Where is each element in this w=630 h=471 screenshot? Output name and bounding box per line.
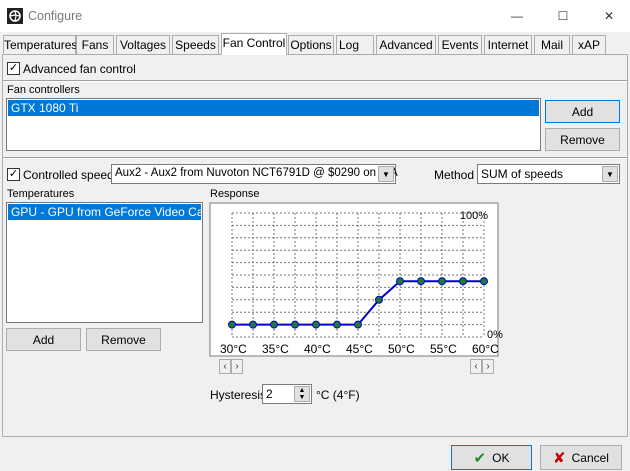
remove-fan-controller-button[interactable]: Remove bbox=[545, 128, 620, 151]
checkmark-icon: ✔ bbox=[473, 449, 487, 467]
chevron-down-icon: ▼ bbox=[378, 166, 394, 182]
hysteresis-label: Hysteresis bbox=[210, 388, 267, 402]
ok-label: OK bbox=[492, 450, 510, 465]
tab-voltages[interactable]: Voltages bbox=[116, 35, 170, 54]
maximize-button[interactable]: ☐ bbox=[540, 0, 586, 32]
dialog-footer bbox=[0, 438, 630, 471]
tab-label: Fan Control bbox=[222, 36, 286, 50]
data-point[interactable] bbox=[270, 320, 278, 329]
app-icon bbox=[7, 8, 23, 24]
add-fan-controller-button[interactable]: Add bbox=[545, 100, 620, 123]
tab-mail[interactable]: Mail bbox=[534, 35, 570, 54]
cancel-label: Cancel bbox=[571, 450, 609, 465]
tab-options[interactable]: Options bbox=[288, 35, 334, 54]
remove-temperature-button[interactable]: Remove bbox=[86, 328, 161, 351]
cancel-icon: ✘ bbox=[553, 449, 566, 467]
tab-log[interactable]: Log bbox=[336, 35, 374, 54]
method-label: Method bbox=[434, 168, 475, 182]
data-point[interactable] bbox=[228, 320, 236, 329]
method-value: SUM of speeds bbox=[481, 167, 564, 181]
tab-label: Options bbox=[290, 38, 332, 52]
x-tick-label: 55°C bbox=[430, 342, 457, 356]
hysteresis-spinner[interactable]: 2 ▲ ▼ bbox=[262, 384, 312, 404]
scroll-left-button[interactable]: ‹ bbox=[219, 359, 231, 374]
minimize-icon: — bbox=[511, 9, 523, 23]
data-point[interactable] bbox=[249, 320, 257, 329]
separator bbox=[3, 157, 627, 159]
scroll-right-button[interactable]: › bbox=[231, 359, 243, 374]
data-point[interactable] bbox=[354, 320, 362, 329]
tab-label: Temperatures bbox=[4, 38, 78, 52]
tab-advanced[interactable]: Advanced bbox=[376, 35, 436, 54]
separator bbox=[3, 80, 627, 82]
method-select[interactable]: SUM of speeds ▼ bbox=[477, 164, 620, 184]
tab-label: Log bbox=[338, 38, 360, 52]
controlled-speed-checkbox[interactable]: ✓ bbox=[7, 168, 20, 181]
tab-label: Voltages bbox=[119, 38, 167, 52]
tab-internet[interactable]: Internet bbox=[484, 35, 532, 54]
tab-label: Fans bbox=[81, 38, 109, 52]
tab-label: Internet bbox=[487, 38, 529, 52]
advanced-fan-control-label: Advanced fan control bbox=[23, 62, 136, 76]
scroll-right-button[interactable]: › bbox=[482, 359, 494, 374]
data-point[interactable] bbox=[396, 277, 404, 286]
data-point[interactable] bbox=[312, 320, 320, 329]
data-point[interactable] bbox=[417, 277, 425, 286]
tab-fans[interactable]: Fans bbox=[76, 35, 114, 54]
controlled-speed-label: Controlled speed bbox=[23, 168, 114, 182]
tab-speeds[interactable]: Speeds bbox=[172, 35, 219, 54]
title-bar: Configure — ☐ ✕ bbox=[0, 0, 630, 32]
add-temperature-button[interactable]: Add bbox=[6, 328, 81, 351]
data-point[interactable] bbox=[375, 295, 383, 304]
data-point[interactable] bbox=[333, 320, 341, 329]
minimize-button[interactable]: — bbox=[494, 0, 540, 32]
data-point[interactable] bbox=[480, 277, 488, 286]
y-min-label: 0% bbox=[487, 329, 503, 341]
temperatures-list[interactable]: GPU - GPU from GeForce Video Card @ bbox=[6, 202, 203, 323]
fan-controllers-label: Fan controllers bbox=[7, 84, 80, 96]
ok-button[interactable]: ✔ OK bbox=[451, 445, 532, 470]
x-tick-label: 50°C bbox=[388, 342, 415, 356]
tab-label: Mail bbox=[540, 38, 563, 52]
close-icon: ✕ bbox=[603, 9, 615, 23]
list-item[interactable]: GPU - GPU from GeForce Video Card @ bbox=[8, 204, 201, 220]
x-tick-label: 35°C bbox=[262, 342, 289, 356]
scroll-left-button[interactable]: ‹ bbox=[470, 359, 482, 374]
tab-label: xAP bbox=[577, 38, 600, 52]
tab-label: Advanced bbox=[379, 38, 433, 52]
x-tick-label: 60°C bbox=[472, 342, 499, 356]
chevron-down-icon: ▼ bbox=[602, 166, 618, 182]
controlled-speed-value: Aux2 - Aux2 from Nuvoton NCT6791D @ $029… bbox=[115, 167, 398, 179]
x-tick-label: 30°C bbox=[220, 342, 247, 356]
data-point[interactable] bbox=[459, 277, 467, 286]
response-chart[interactable]: 100% 0% bbox=[209, 202, 499, 357]
window-title: Configure bbox=[28, 9, 83, 23]
hysteresis-unit: °C (4°F) bbox=[316, 388, 360, 402]
tab-fan-control[interactable]: Fan Control bbox=[221, 33, 287, 55]
cancel-button[interactable]: ✘ Cancel bbox=[540, 445, 622, 470]
data-point[interactable] bbox=[291, 320, 299, 329]
temperatures-label: Temperatures bbox=[7, 188, 75, 200]
y-max-label: 100% bbox=[460, 210, 488, 222]
hysteresis-value: 2 bbox=[266, 387, 273, 401]
x-tick-label: 45°C bbox=[346, 342, 373, 356]
tab-xap[interactable]: xAP bbox=[572, 35, 606, 54]
close-button[interactable]: ✕ bbox=[586, 0, 630, 32]
spinner-arrows-icon[interactable]: ▲ ▼ bbox=[294, 386, 310, 402]
tab-label: Speeds bbox=[175, 38, 216, 52]
fan-controllers-list[interactable]: GTX 1080 Ti bbox=[6, 98, 541, 151]
tab-events[interactable]: Events bbox=[438, 35, 482, 54]
x-tick-label: 40°C bbox=[304, 342, 331, 356]
controlled-speed-select[interactable]: Aux2 - Aux2 from Nuvoton NCT6791D @ $029… bbox=[111, 164, 398, 184]
data-point[interactable] bbox=[438, 277, 446, 286]
tab-temperatures[interactable]: Temperatures bbox=[3, 35, 78, 54]
advanced-fan-control-checkbox[interactable]: ✓ bbox=[7, 62, 20, 75]
tab-label: Events bbox=[441, 38, 479, 52]
maximize-icon: ☐ bbox=[557, 9, 569, 23]
response-label: Response bbox=[210, 188, 260, 200]
list-item[interactable]: GTX 1080 Ti bbox=[8, 100, 539, 116]
